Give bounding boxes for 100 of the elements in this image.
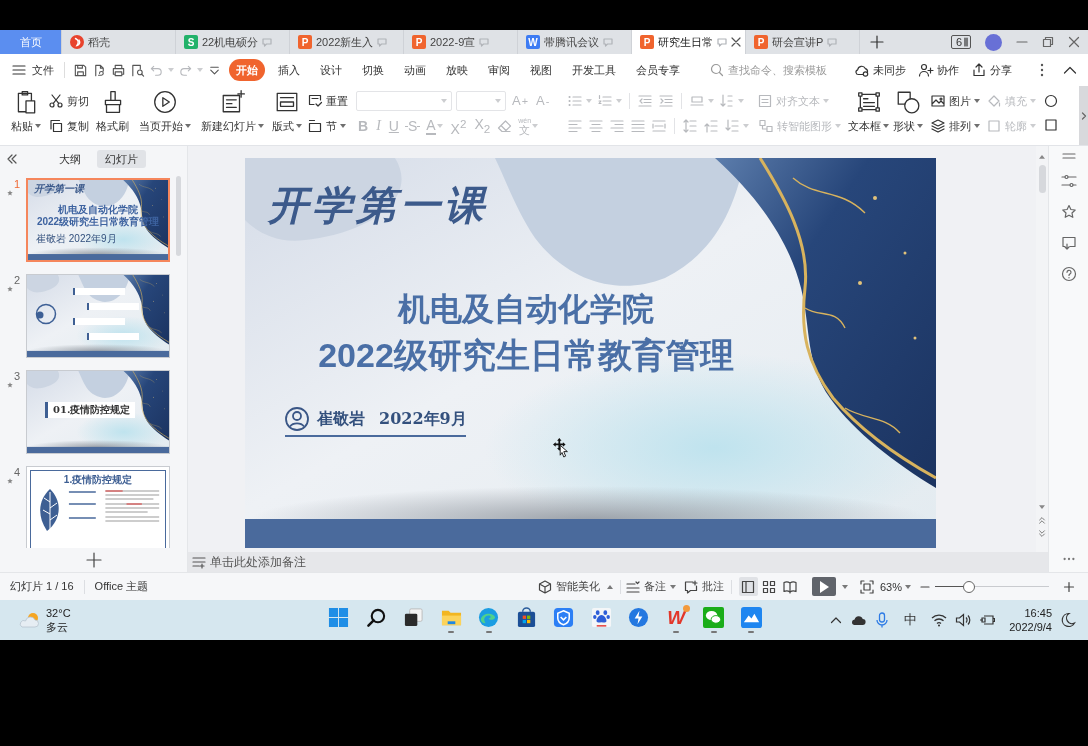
ribbon-tab[interactable]: 设计 bbox=[313, 59, 349, 81]
play-from-current-button[interactable]: 当页开始 bbox=[138, 89, 192, 134]
scroll-down-icon[interactable] bbox=[1039, 505, 1045, 510]
smart-beautify-button[interactable]: 智能美化 bbox=[537, 579, 600, 594]
ribbon-tab[interactable]: 动画 bbox=[397, 59, 433, 81]
theme-name[interactable]: Office 主题 bbox=[94, 579, 149, 594]
layout-button[interactable]: 版式 bbox=[271, 89, 303, 134]
document-tab[interactable]: 稻壳 bbox=[62, 30, 176, 54]
wifi-icon[interactable] bbox=[931, 612, 948, 628]
moon-icon[interactable] bbox=[1060, 612, 1076, 628]
avatar-icon[interactable] bbox=[985, 33, 1002, 51]
section-button[interactable]: 节 bbox=[307, 116, 348, 136]
clock-time[interactable]: 16:45 bbox=[1024, 606, 1052, 620]
document-tab[interactable]: P 2022新生入 bbox=[290, 30, 404, 54]
reset-button[interactable]: 重置 bbox=[307, 91, 348, 111]
printer-icon[interactable] bbox=[111, 62, 126, 78]
shopping-bag-icon[interactable] bbox=[515, 607, 537, 628]
restore-icon[interactable] bbox=[1042, 36, 1054, 48]
slider-thumb[interactable] bbox=[963, 580, 976, 593]
caret-up-icon[interactable] bbox=[606, 584, 613, 589]
text-box-button[interactable]: 文本框 bbox=[847, 89, 891, 134]
lightning-icon[interactable] bbox=[628, 607, 650, 628]
add-slide-icon[interactable] bbox=[85, 552, 102, 568]
double-chevron-down-icon[interactable] bbox=[1038, 530, 1046, 538]
slide-thumbnail[interactable]: 1.疫情防控规定 bbox=[26, 466, 170, 548]
ribbon-tab[interactable]: 会员专享 bbox=[629, 59, 687, 81]
mountain-icon[interactable] bbox=[740, 607, 762, 628]
comments-button[interactable]: 批注 bbox=[683, 579, 724, 594]
paw-icon[interactable] bbox=[590, 607, 612, 628]
plus-icon[interactable] bbox=[1063, 580, 1075, 593]
document-tab[interactable]: P 研究生日常 bbox=[632, 30, 746, 54]
input-method-indicator[interactable]: 中 bbox=[904, 611, 918, 629]
overlapping-squares-icon[interactable] bbox=[403, 607, 425, 628]
sliders-icon[interactable] bbox=[1060, 173, 1077, 189]
speaker-icon[interactable] bbox=[955, 612, 972, 628]
scroll-up-icon[interactable] bbox=[1039, 154, 1045, 159]
font-size-field[interactable] bbox=[456, 91, 506, 111]
slide-thumbnail[interactable]: 01.疫情防控规定 bbox=[26, 370, 170, 454]
scrollbar-thumb[interactable] bbox=[176, 176, 181, 256]
align-right-icon[interactable] bbox=[609, 118, 626, 134]
arrange-button[interactable]: 排列 bbox=[930, 116, 981, 136]
cut-button[interactable]: 剪切 bbox=[48, 91, 89, 111]
notes-button[interactable]: 备注 bbox=[625, 579, 676, 594]
new-tab-icon[interactable] bbox=[870, 35, 884, 49]
ribbon-tab[interactable]: 切换 bbox=[355, 59, 391, 81]
eraser-icon[interactable] bbox=[496, 118, 513, 134]
search-icon[interactable] bbox=[365, 607, 387, 628]
new-slide-button[interactable]: 新建幻灯片 bbox=[200, 89, 265, 134]
command-search-field[interactable]: 查找命令、搜索模板 bbox=[728, 64, 840, 76]
frame-icon[interactable] bbox=[1044, 118, 1059, 132]
slide-thumbnail[interactable] bbox=[26, 274, 170, 358]
picture-button[interactable]: 图片 bbox=[930, 91, 981, 111]
caret-icon[interactable] bbox=[841, 584, 848, 589]
ribbon-tab[interactable]: 插入 bbox=[271, 59, 307, 81]
ribbon-tab[interactable]: 视图 bbox=[523, 59, 559, 81]
file-menu-button[interactable]: 文件 bbox=[12, 62, 65, 78]
weather-condition[interactable]: 多云 bbox=[46, 620, 71, 634]
ribbon-scroll-button[interactable] bbox=[1079, 86, 1088, 145]
font-name-field[interactable] bbox=[356, 91, 452, 111]
line-spacing-icon[interactable] bbox=[682, 118, 699, 134]
shape-button[interactable]: 形状 bbox=[892, 89, 925, 134]
swirl-circle-icon[interactable] bbox=[478, 607, 500, 628]
close-icon[interactable] bbox=[731, 37, 741, 47]
paste-button[interactable]: 粘贴 bbox=[10, 89, 42, 134]
zoom-level[interactable]: 63% bbox=[879, 580, 902, 593]
view-toggle[interactable] bbox=[738, 577, 758, 596]
align-left-icon[interactable] bbox=[567, 118, 584, 134]
notes-field[interactable]: 单击此处添加备注 bbox=[210, 555, 1048, 569]
window-count-button[interactable]: 6 bbox=[950, 35, 971, 49]
double-chevron-up-icon[interactable] bbox=[1038, 516, 1046, 524]
print-preview-icon[interactable] bbox=[130, 62, 145, 78]
justify-icon[interactable] bbox=[630, 118, 647, 134]
ribbon-tab[interactable]: 开发工具 bbox=[565, 59, 623, 81]
plug-battery-icon[interactable] bbox=[979, 612, 996, 628]
more-icon[interactable] bbox=[1061, 556, 1076, 562]
save-icon[interactable] bbox=[73, 62, 88, 78]
numbered-list-icon[interactable] bbox=[597, 93, 614, 109]
chat-bubbles-icon[interactable] bbox=[703, 607, 725, 628]
panel-view-tab[interactable]: 大纲 bbox=[51, 150, 89, 168]
help-icon[interactable] bbox=[1060, 266, 1077, 282]
share-button[interactable]: 分享 bbox=[971, 62, 1012, 78]
ribbon-tab[interactable]: 审阅 bbox=[481, 59, 517, 81]
scrollbar-thumb[interactable] bbox=[1038, 165, 1046, 193]
fit-to-window-icon[interactable] bbox=[859, 579, 874, 594]
copy-button[interactable]: 复制 bbox=[48, 116, 89, 136]
document-tab[interactable]: P 2022-9宣 bbox=[404, 30, 518, 54]
ribbon-tab[interactable]: 放映 bbox=[439, 59, 475, 81]
notes-bar[interactable]: 单击此处添加备注 bbox=[188, 552, 1048, 572]
document-tab[interactable]: P 研会宣讲P bbox=[746, 30, 860, 54]
close-icon[interactable] bbox=[1068, 36, 1080, 48]
weather-temperature[interactable]: 32°C bbox=[46, 606, 71, 620]
four-tiles-icon[interactable] bbox=[328, 607, 350, 628]
double-chevron-left-icon[interactable] bbox=[6, 153, 18, 165]
caret-icon[interactable] bbox=[905, 584, 911, 589]
document-icon[interactable] bbox=[92, 62, 107, 78]
document-tab[interactable]: S 22机电硕分 bbox=[176, 30, 290, 54]
sync-button[interactable]: 未同步 bbox=[854, 62, 906, 78]
collaborate-button[interactable]: 协作 bbox=[918, 62, 959, 78]
screen-arrow-icon[interactable] bbox=[1060, 235, 1077, 251]
shield-icon[interactable] bbox=[553, 607, 575, 628]
